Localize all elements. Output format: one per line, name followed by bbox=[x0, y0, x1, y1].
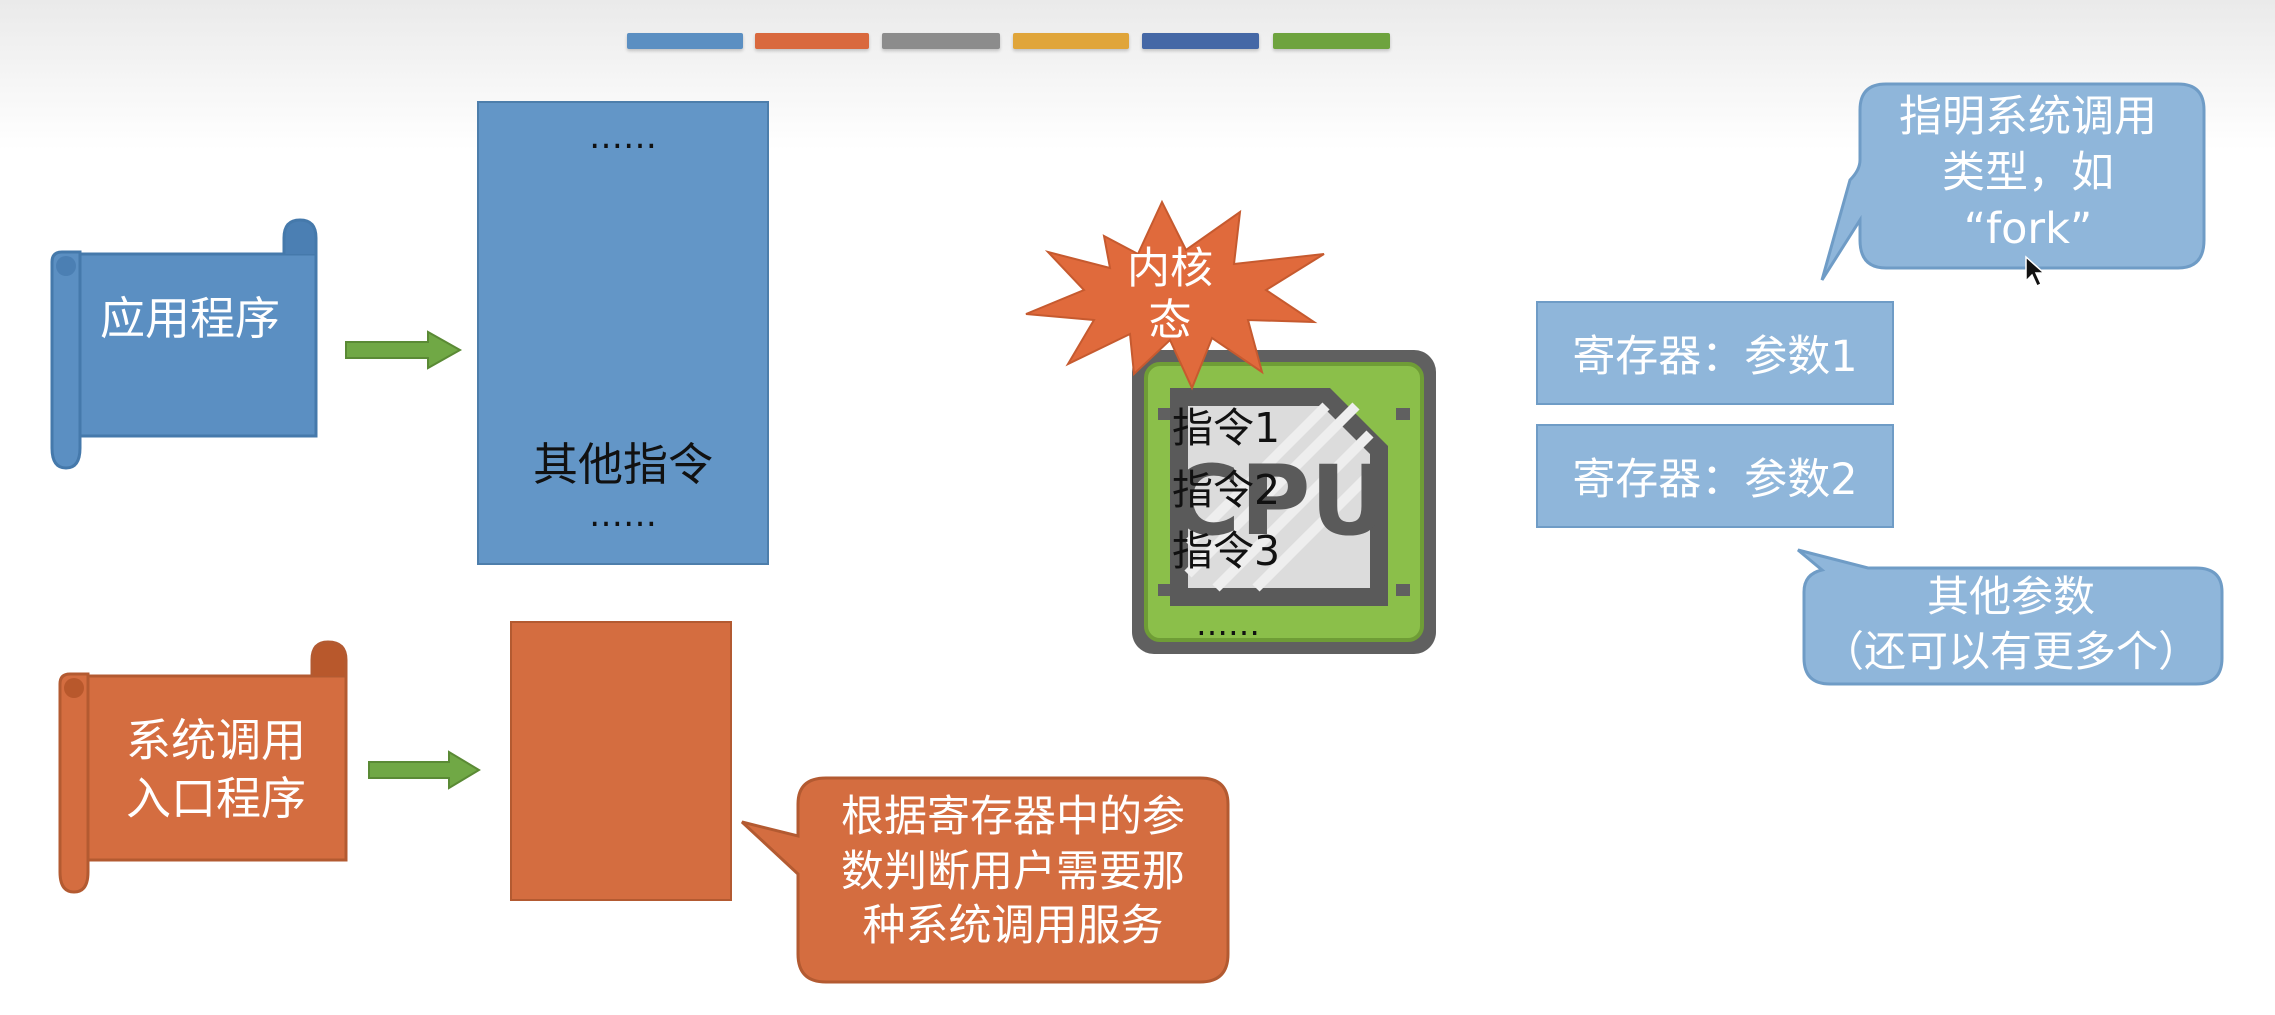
color-bar-2 bbox=[755, 33, 869, 49]
app-block-other-label: 其他指令 bbox=[532, 438, 713, 491]
callout-other-text: 其他参数 （还可以有更多个） bbox=[1821, 572, 2200, 676]
cpu-dots: …… bbox=[1196, 605, 1260, 643]
color-bar-1 bbox=[627, 33, 743, 49]
cpu-instruction-2: 指令2 bbox=[1172, 466, 1281, 514]
callout-syscall-text: 根据寄存器中的参 数判断用户需要那 种系统调用服务 bbox=[841, 792, 1185, 952]
syscall-scroll-label: 系统调用 入口程序 bbox=[125, 714, 306, 825]
mouse-cursor-icon bbox=[2025, 255, 2046, 288]
kernel-burst-label: 内核 态 bbox=[1127, 244, 1213, 346]
register-param-2: 寄存器：参数2 bbox=[1536, 424, 1894, 528]
callout-type-text: 指明系统调用 类型，如 “fork” bbox=[1899, 92, 2157, 254]
arrow-app-to-block bbox=[345, 330, 463, 370]
color-bar-5 bbox=[1142, 33, 1259, 49]
cpu-instruction-3: 指令3 bbox=[1172, 527, 1281, 575]
arrow-syscall-to-block bbox=[368, 750, 481, 790]
app-instruction-block: …… 其他指令 …… bbox=[477, 101, 769, 565]
app-block-top-dots: …… bbox=[589, 117, 657, 157]
syscall-instruction-block bbox=[510, 621, 732, 901]
color-bar-6 bbox=[1273, 33, 1390, 49]
cpu-instruction-1: 指令1 bbox=[1172, 404, 1281, 452]
color-bar-3 bbox=[882, 33, 1000, 49]
register-param-1: 寄存器：参数1 bbox=[1536, 301, 1894, 405]
app-block-bottom-dots: …… bbox=[589, 495, 657, 535]
app-scroll-label: 应用程序 bbox=[100, 292, 281, 345]
color-bar-4 bbox=[1013, 33, 1129, 49]
